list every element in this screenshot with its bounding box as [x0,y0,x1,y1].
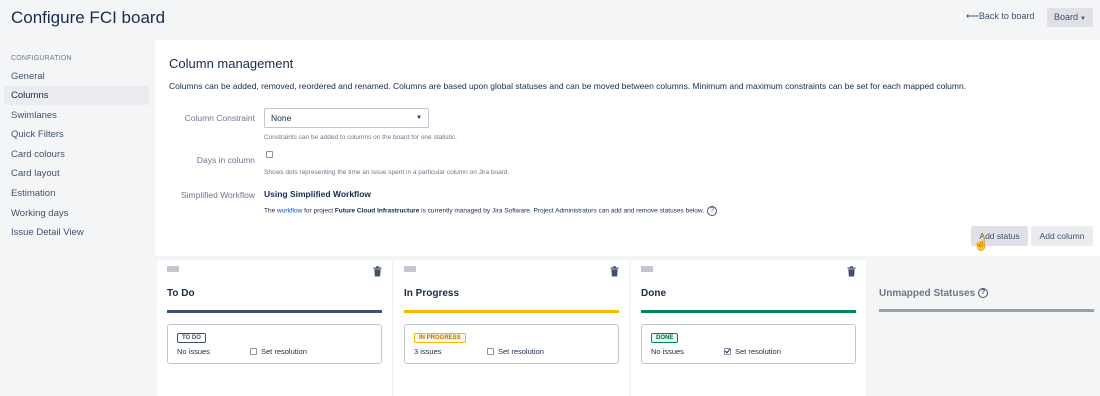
trash-icon[interactable] [847,266,856,277]
status-card[interactable]: DONE No issues Set resolution [641,324,856,364]
status-lozenge: DONE [651,333,679,343]
board-column-in-progress[interactable]: In Progress IN PROGRESS 3 issues Set res… [394,260,629,396]
sidebar-item-card-colours[interactable]: Card colours [4,145,149,164]
trash-icon[interactable] [610,266,619,277]
sidebar-item-issue-detail-view[interactable]: Issue Detail View [4,223,149,242]
board-button-label: Board [1054,12,1079,22]
help-icon[interactable]: ? [978,288,989,299]
set-resolution-label: Set resolution [735,347,781,356]
sidebar-item-card-layout[interactable]: Card layout [4,164,149,183]
set-resolution-label: Set resolution [261,347,307,356]
unmapped-statuses-title: Unmapped Statuses? [879,288,989,299]
set-resolution-checkbox[interactable] [250,348,257,355]
column-management-panel: Column management Columns can be added, … [155,40,1100,256]
workflow-link[interactable]: workflow [277,208,302,215]
help-icon[interactable]: ? [707,206,718,216]
status-card[interactable]: IN PROGRESS 3 issues Set resolution [404,324,619,364]
chevron-down-icon: ▼ [1080,16,1086,22]
column-color-bar [641,310,856,313]
sidebar-item-general[interactable]: General [4,67,149,86]
sidebar-item-columns[interactable]: Columns [4,86,149,105]
simplified-workflow-label: Simplified Workflow [180,190,255,200]
issue-count: 3 issues [414,347,442,356]
back-arrow-icon: ⟵ [966,11,979,21]
select-arrow-icon: ▼ [416,115,422,121]
sidebar-item-swimlanes[interactable]: Swimlanes [4,106,149,125]
sidebar-heading: CONFIGURATION [11,55,72,62]
workflow-desc-prefix: The [264,207,278,215]
unmapped-statuses-column: Unmapped Statuses? [868,260,1100,396]
column-title[interactable]: Done [641,288,666,299]
set-resolution-checkbox[interactable] [487,348,494,355]
section-description: Columns can be added, removed, reordered… [169,81,967,91]
status-lozenge: TO DO [177,333,206,343]
status-lozenge: IN PROGRESS [414,333,466,343]
hand-cursor-icon: ☝ [973,236,990,251]
sidebar-item-estimation[interactable]: Estimation [4,184,149,203]
column-title[interactable]: In Progress [404,288,459,299]
days-in-column-label: Days in column [196,155,255,165]
sidebar-item-quick-filters[interactable]: Quick Filters [4,125,149,144]
drag-handle-icon[interactable] [404,266,416,272]
drag-handle-icon[interactable] [641,266,653,272]
issue-count: No issues [651,347,684,356]
workflow-desc-mid: for project [302,207,335,215]
workflow-title: Using Simplified Workflow [264,189,372,199]
sidebar-item-working-days[interactable]: Working days [4,204,149,223]
workflow-description: The workflow for project Future Cloud In… [264,206,718,216]
board-column-to-do[interactable]: To Do TO DO No issues Set resolution [157,260,392,396]
drag-handle-icon[interactable] [167,266,179,272]
unmapped-color-bar [879,309,1094,312]
column-color-bar [404,310,619,313]
set-resolution-label: Set resolution [498,347,544,356]
board-column-done[interactable]: Done DONE No issues Set resolution [631,260,866,396]
column-constraint-value: None [271,113,292,123]
days-in-column-checkbox[interactable] [266,151,273,158]
page-header: Configure FCI board ⟵Back to board Board… [0,0,1100,40]
column-title[interactable]: To Do [167,288,195,299]
board-menu-button[interactable]: Board ▼ [1047,8,1093,27]
unmapped-statuses-label: Unmapped Statuses [879,288,976,299]
page-title: Configure FCI board [11,8,166,27]
workflow-desc-suffix: is currently managed by Jira Software. P… [419,207,705,215]
back-to-board-label: Back to board [978,11,1035,21]
sidebar: CONFIGURATION General Columns Swimlanes … [0,40,155,396]
set-resolution-checkbox[interactable] [724,348,731,355]
project-name: Future Cloud Infrastructure [334,207,420,215]
column-color-bar [167,310,382,313]
status-card[interactable]: TO DO No issues Set resolution [167,324,382,364]
trash-icon[interactable] [373,266,382,277]
column-constraint-hint: Constraints can be added to columns on t… [264,134,457,141]
days-in-column-hint: Shows dots representing the time an issu… [264,169,510,176]
add-column-button[interactable]: Add column [1031,226,1093,246]
issue-count: No issues [177,347,210,356]
section-title: Column management [169,56,294,71]
column-constraint-select[interactable]: None ▼ [264,108,429,128]
back-to-board-link[interactable]: ⟵Back to board [966,11,1034,22]
column-constraint-label: Column Constraint [184,113,255,123]
